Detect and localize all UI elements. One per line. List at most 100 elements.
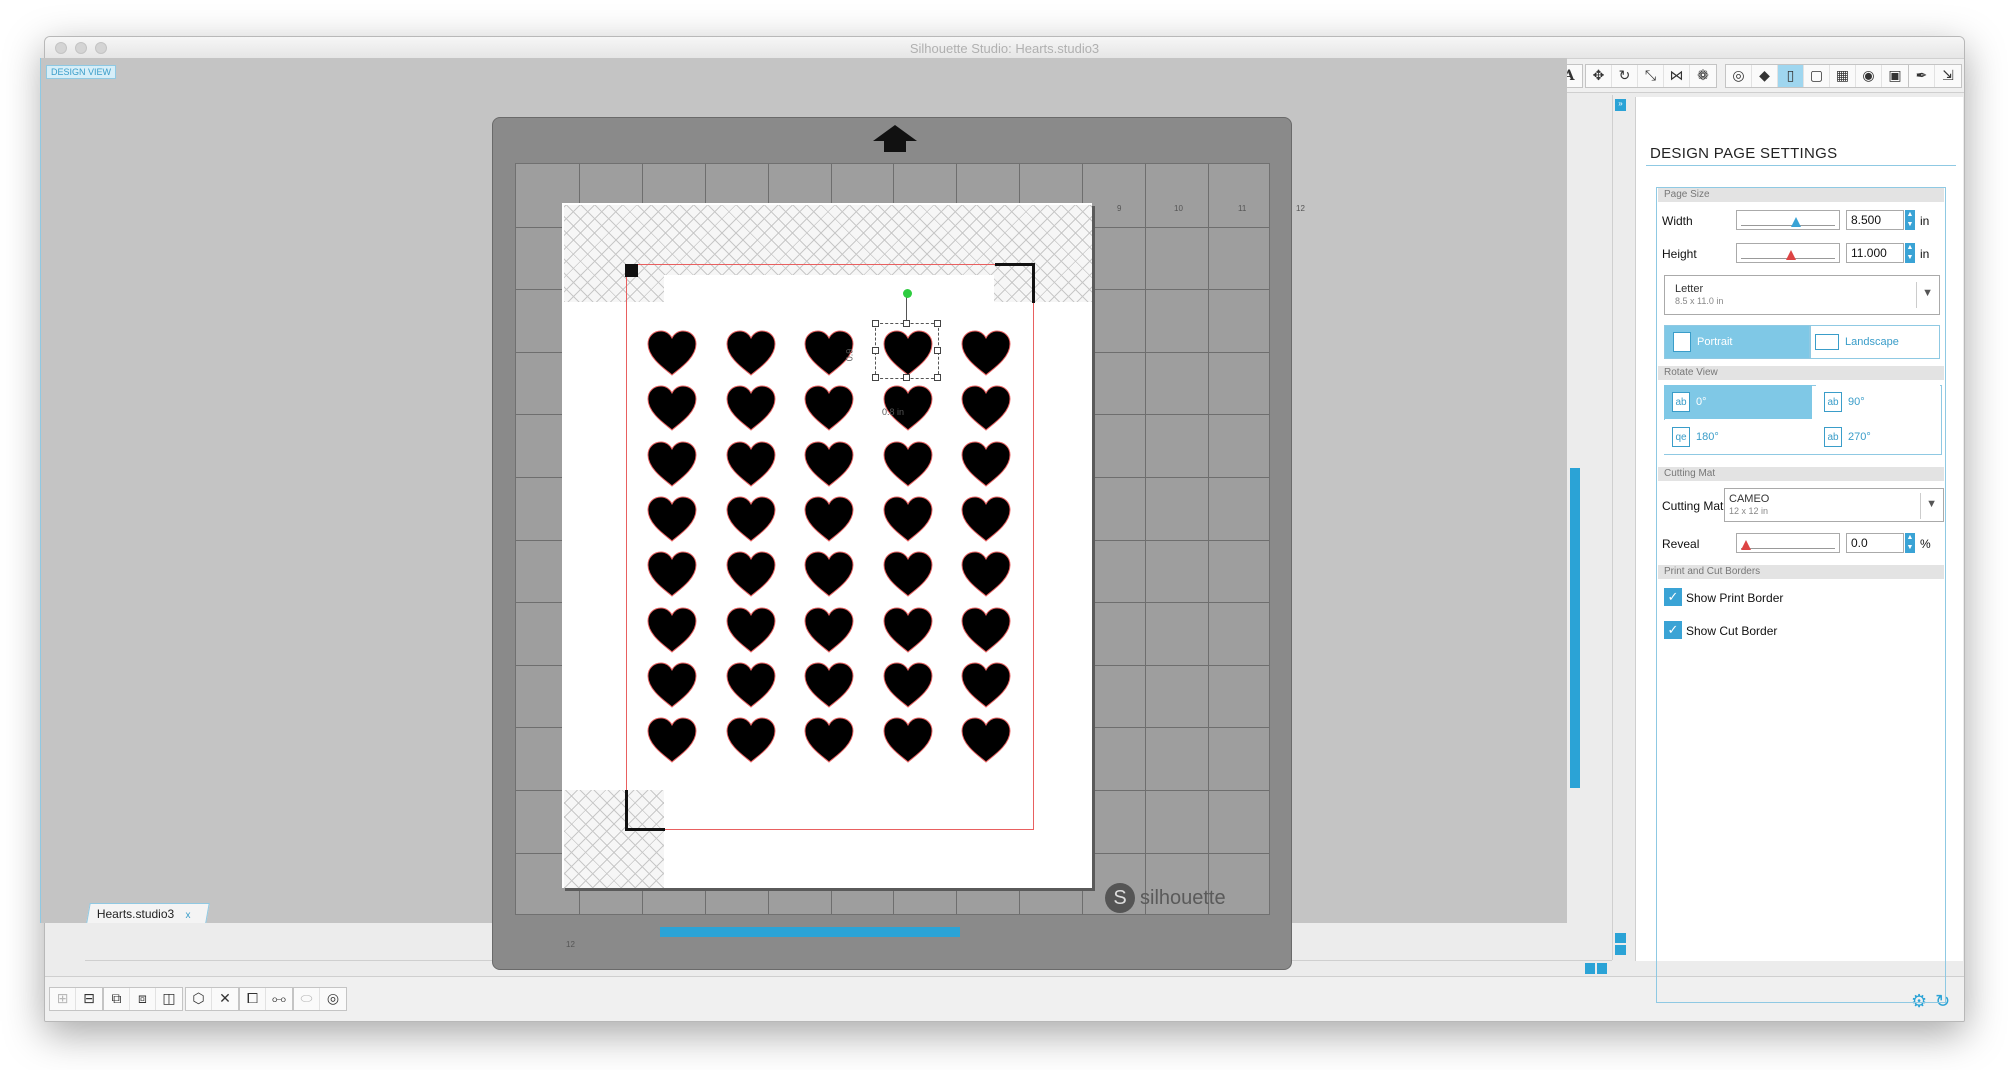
- scroll-up-icon[interactable]: [1615, 933, 1626, 943]
- height-slider[interactable]: [1736, 243, 1840, 263]
- heart-shape[interactable]: [646, 716, 698, 764]
- replicate-icon[interactable]: ⋈: [1664, 65, 1690, 87]
- heart-shape[interactable]: [646, 495, 698, 543]
- heart-shape[interactable]: [882, 716, 934, 764]
- heart-shape[interactable]: [725, 440, 777, 488]
- selection-handle[interactable]: [872, 374, 879, 381]
- heart-shape[interactable]: [960, 550, 1012, 598]
- reveal-slider[interactable]: [1736, 533, 1840, 553]
- heart-shape[interactable]: [803, 550, 855, 598]
- heart-shape[interactable]: [960, 716, 1012, 764]
- modify-icon[interactable]: ❁: [1690, 65, 1716, 87]
- rotate-90-button[interactable]: ab 90°: [1816, 385, 1940, 419]
- heart-shape[interactable]: [960, 329, 1012, 377]
- selection-handle[interactable]: [903, 374, 910, 381]
- collapse-panel-icon[interactable]: »: [1615, 99, 1626, 111]
- page-settings-icon[interactable]: ▯: [1778, 65, 1804, 87]
- delete-icon[interactable]: ✕: [212, 988, 238, 1010]
- close-tab-icon[interactable]: x: [185, 910, 190, 921]
- heart-shape[interactable]: [803, 716, 855, 764]
- width-stepper[interactable]: ▲ ▼: [1905, 210, 1915, 230]
- heart-shape[interactable]: [882, 661, 934, 709]
- heart-shape[interactable]: [725, 606, 777, 654]
- height-input[interactable]: 11.000: [1846, 243, 1904, 263]
- horizontal-scroll-thumb[interactable]: [660, 927, 960, 937]
- vertical-scrollbar[interactable]: »: [1612, 95, 1628, 960]
- scroll-left-icon[interactable]: [1585, 963, 1595, 974]
- heart-shape[interactable]: [882, 550, 934, 598]
- registration-marks-icon[interactable]: ◉: [1856, 65, 1882, 87]
- layers-icon[interactable]: ▣: [1882, 65, 1908, 87]
- rotate-180-button[interactable]: qe 180°: [1664, 420, 1812, 454]
- heart-shape[interactable]: [960, 661, 1012, 709]
- width-input[interactable]: 8.500: [1846, 210, 1904, 230]
- heart-shape[interactable]: [725, 716, 777, 764]
- heart-shape[interactable]: [646, 550, 698, 598]
- reveal-input[interactable]: 0.0: [1846, 533, 1904, 553]
- width-slider[interactable]: [1736, 210, 1840, 230]
- heart-shape[interactable]: [725, 329, 777, 377]
- heart-shape[interactable]: [646, 329, 698, 377]
- scroll-right-icon[interactable]: [1597, 963, 1607, 974]
- heart-shape[interactable]: [882, 606, 934, 654]
- trace-icon[interactable]: ◆: [1752, 65, 1778, 87]
- heart-shape[interactable]: [646, 384, 698, 432]
- rotate-0-button[interactable]: ab 0°: [1664, 385, 1812, 419]
- cut-settings-icon[interactable]: ▢: [1804, 65, 1830, 87]
- weld-icon[interactable]: ◫: [156, 988, 182, 1010]
- scroll-down-icon[interactable]: [1615, 945, 1626, 955]
- reveal-stepper[interactable]: ▲ ▼: [1905, 533, 1915, 553]
- heart-shape[interactable]: [882, 440, 934, 488]
- heart-shape[interactable]: [882, 495, 934, 543]
- offset-icon[interactable]: ◎: [1726, 65, 1752, 87]
- heart-shape[interactable]: [803, 384, 855, 432]
- selection-handle[interactable]: [934, 374, 941, 381]
- heart-shape[interactable]: [725, 495, 777, 543]
- silhouette-store-icon[interactable]: ⇲: [1935, 65, 1961, 87]
- cutting-mat-dropdown[interactable]: CAMEO 12 x 12 in ▼: [1724, 488, 1944, 522]
- rotate-icon[interactable]: ↻: [1612, 65, 1638, 87]
- sketch-pen-icon[interactable]: ✒: [1909, 65, 1935, 87]
- vertical-scroll-thumb[interactable]: [1570, 468, 1580, 788]
- heart-shape[interactable]: [803, 440, 855, 488]
- heart-shape[interactable]: [960, 384, 1012, 432]
- heart-shape[interactable]: [725, 550, 777, 598]
- send-to-back-icon[interactable]: ⧟: [266, 988, 292, 1010]
- rotation-handle[interactable]: [903, 289, 912, 298]
- ungroup-icon[interactable]: ⊟: [76, 988, 102, 1010]
- offset-bottom-icon[interactable]: ⬡: [186, 988, 212, 1010]
- make-compound-icon[interactable]: ⧉: [104, 988, 130, 1010]
- scale-icon[interactable]: ⤡: [1638, 65, 1664, 87]
- rotate-270-button[interactable]: ab 270°: [1816, 420, 1940, 454]
- heart-shape[interactable]: [646, 606, 698, 654]
- heart-shape[interactable]: [960, 440, 1012, 488]
- heart-shape[interactable]: [646, 440, 698, 488]
- bring-to-front-icon[interactable]: ⧠: [240, 988, 266, 1010]
- heart-shape[interactable]: [646, 661, 698, 709]
- heart-shape[interactable]: [803, 606, 855, 654]
- portrait-button[interactable]: Portrait: [1664, 325, 1810, 359]
- group-icon[interactable]: ⊞: [50, 988, 76, 1010]
- height-stepper[interactable]: ▲ ▼: [1905, 243, 1915, 263]
- page-size-dropdown[interactable]: Letter 8.5 x 11.0 in ▼: [1664, 275, 1940, 315]
- release-compound-icon[interactable]: ⧈: [130, 988, 156, 1010]
- heart-shape[interactable]: [960, 495, 1012, 543]
- selection-handle[interactable]: [934, 320, 941, 327]
- selection-handle[interactable]: [903, 320, 910, 327]
- heart-shape[interactable]: [960, 606, 1012, 654]
- heart-shape[interactable]: [725, 661, 777, 709]
- show-cut-border-checkbox[interactable]: ✓: [1664, 621, 1682, 639]
- image-effects-icon[interactable]: ⬭: [294, 988, 320, 1010]
- heart-shape[interactable]: [803, 661, 855, 709]
- heart-shape[interactable]: [725, 384, 777, 432]
- show-print-border-checkbox[interactable]: ✓: [1664, 588, 1682, 606]
- target-icon[interactable]: ◎: [320, 988, 346, 1010]
- selection-handle[interactable]: [872, 320, 879, 327]
- document-tab[interactable]: Hearts.studio3 x: [86, 903, 210, 923]
- landscape-button[interactable]: Landscape: [1810, 325, 1940, 359]
- selection-handle[interactable]: [872, 347, 879, 354]
- heart-shape[interactable]: [803, 495, 855, 543]
- align-icon[interactable]: ✥: [1586, 65, 1612, 87]
- selection-handle[interactable]: [934, 347, 941, 354]
- grid-settings-icon[interactable]: ▦: [1830, 65, 1856, 87]
